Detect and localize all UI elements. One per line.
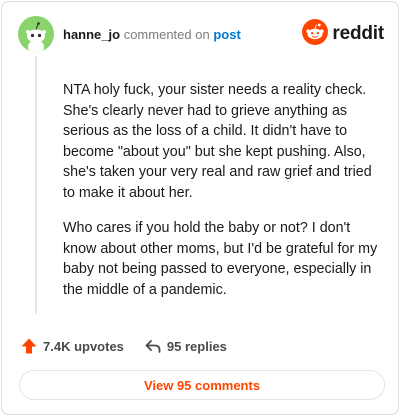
comment-paragraph: Who cares if you hold the baby or not? I… [63,220,378,298]
byline: hanne_jo commented on post [63,27,241,42]
username-link[interactable]: hanne_jo [63,27,120,42]
comment-card: hanne_jo commented on post reddit NTA ho… [1,1,399,415]
comment-actions: 7.4K upvotes 95 replies [20,336,227,356]
upvote-count: 7.4K upvotes [43,338,124,354]
comment-header: hanne_jo commented on post reddit [18,16,384,54]
replies-button[interactable]: 95 replies [144,337,227,355]
upvote-button[interactable]: 7.4K upvotes [20,337,124,355]
comment-paragraph: NTA holy fuck, your sister needs a reali… [63,82,372,201]
snoo-avatar-icon[interactable] [18,16,54,52]
replies-count: 95 replies [166,338,227,354]
upvote-arrow-icon [20,337,38,355]
thread-line[interactable] [35,56,37,314]
view-comments-button[interactable]: View 95 comments [19,370,385,400]
byline-action-text: commented on [123,27,210,42]
comment-body: NTA holy fuck, your sister needs a reali… [63,80,385,315]
reddit-wordmark: reddit [332,23,384,44]
reddit-alien-icon [302,18,329,50]
reply-arrow-icon [144,337,162,355]
reddit-logo[interactable]: reddit [302,18,384,50]
post-link[interactable]: post [213,27,240,42]
